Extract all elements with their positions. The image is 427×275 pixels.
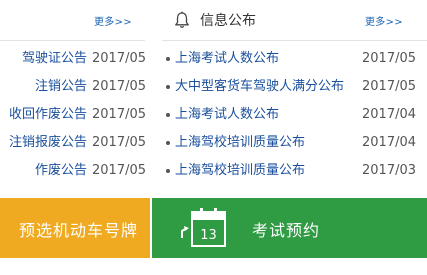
news-date: 2017/05	[92, 51, 145, 66]
news-date: 2017/04	[362, 107, 417, 122]
list-item: 上海驾校培训质量公布 2017/04	[162, 132, 427, 160]
news-date: 2017/05	[362, 51, 417, 66]
news-title-link[interactable]: 上海驾校培训质量公布	[175, 132, 305, 154]
news-title-link[interactable]: 作废公告	[35, 160, 87, 182]
news-title-link[interactable]: 驾驶证公告	[22, 48, 87, 70]
list-item: 上海考试人数公布 2017/04	[162, 104, 427, 132]
info-list: 上海考试人数公布 2017/05 大中型客货车驾驶人满分公布 2017/05 上…	[162, 48, 427, 188]
news-title-link[interactable]: 大中型客货车驾驶人满分公布	[175, 76, 344, 98]
notice-panel-header: 更多>>	[0, 0, 145, 41]
bell-icon	[175, 11, 189, 28]
news-date: 2017/05	[92, 163, 145, 178]
news-title-link[interactable]: 上海考试人数公布	[175, 104, 279, 126]
notice-more-link[interactable]: 更多>>	[94, 13, 132, 28]
notice-list: 驾驶证公告 2017/05 注销公告 2017/05 收回作废公告 2017/0…	[0, 48, 145, 188]
exam-booking-label: 考试预约	[252, 221, 321, 240]
list-item: 收回作废公告 2017/05	[0, 104, 145, 132]
news-date: 2017/04	[362, 135, 417, 150]
list-item: 上海考试人数公布 2017/05	[162, 48, 427, 76]
news-date: 2017/05	[92, 79, 145, 94]
info-panel-header: 信息公布 更多>>	[162, 0, 427, 41]
list-item: 大中型客货车驾驶人满分公布 2017/05	[162, 76, 427, 104]
news-date: 2017/03	[362, 163, 417, 178]
plate-preselection-banner[interactable]: 预选机动车号牌	[0, 198, 150, 258]
bullet-dot	[166, 85, 170, 89]
info-more-link[interactable]: 更多>>	[365, 13, 403, 28]
calendar-icon: 13	[181, 208, 226, 247]
list-item: 作废公告 2017/05	[0, 160, 145, 188]
exam-booking-banner[interactable]: 13 考试预约	[152, 198, 427, 258]
notice-panel: 更多>> 驾驶证公告 2017/05 注销公告 2017/05 收回作废公告 2…	[0, 0, 145, 190]
news-title-link[interactable]: 收回作废公告	[9, 104, 87, 126]
news-date: 2017/05	[92, 107, 145, 122]
news-title-link[interactable]: 上海驾校培训质量公布	[175, 160, 305, 182]
bullet-dot	[166, 169, 170, 173]
info-announcement-panel: 信息公布 更多>> 上海考试人数公布 2017/05 大中型客货车驾驶人满分公布…	[162, 0, 427, 190]
list-item: 驾驶证公告 2017/05	[0, 48, 145, 76]
news-title-link[interactable]: 上海考试人数公布	[175, 48, 279, 70]
bullet-dot	[166, 57, 170, 61]
list-item: 注销公告 2017/05	[0, 76, 145, 104]
list-item: 上海驾校培训质量公布 2017/03	[162, 160, 427, 188]
news-title-link[interactable]: 注销报废公告	[9, 132, 87, 154]
info-panel-title: 信息公布	[200, 13, 256, 29]
plate-preselection-label: 预选机动车号牌	[18, 221, 138, 240]
news-date: 2017/05	[92, 135, 145, 150]
news-title-link[interactable]: 注销公告	[35, 76, 87, 98]
list-item: 注销报废公告 2017/05	[0, 132, 145, 160]
calendar-day-number: 13	[200, 228, 217, 243]
news-date: 2017/05	[362, 79, 417, 94]
bullet-dot	[166, 113, 170, 117]
bullet-dot	[166, 141, 170, 145]
